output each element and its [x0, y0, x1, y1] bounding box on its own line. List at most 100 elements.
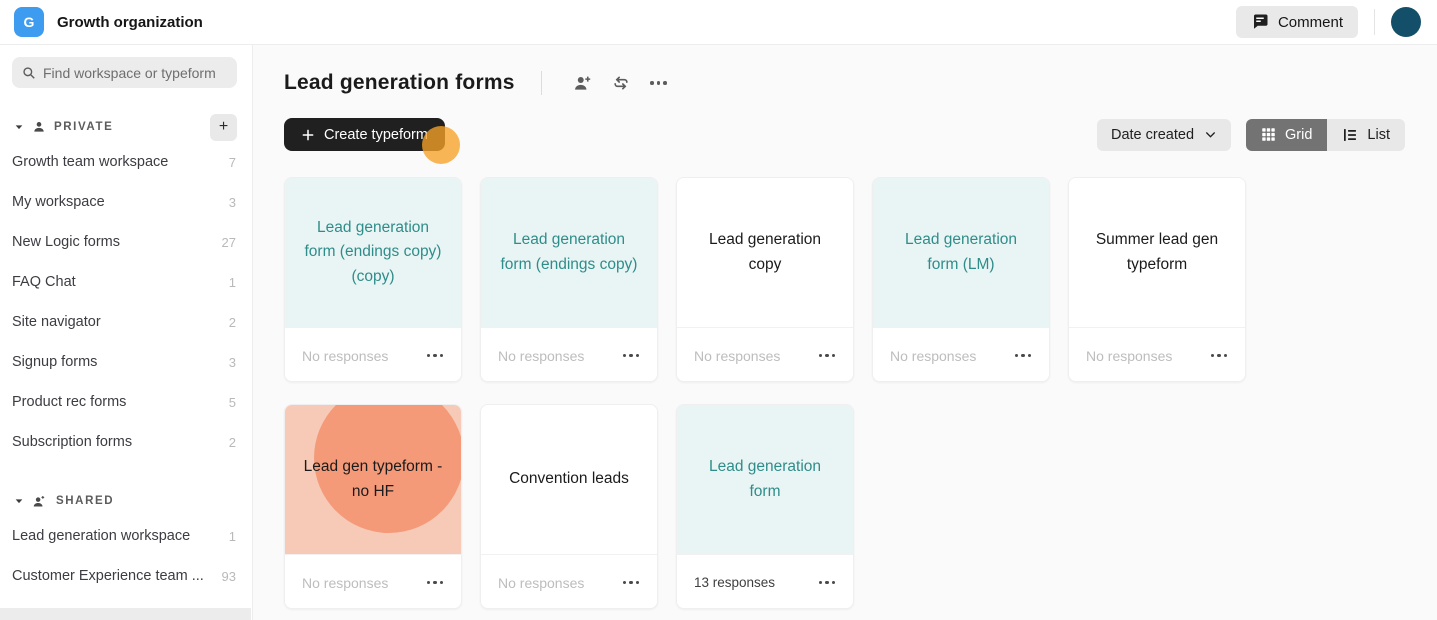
user-avatar[interactable] [1391, 7, 1421, 37]
sidebar-item-label: Signup forms [12, 354, 98, 370]
responses-count: No responses [1086, 347, 1173, 364]
sidebar-item[interactable]: New Logic forms 27 [0, 222, 252, 262]
card-more-button[interactable] [423, 577, 448, 589]
typeform-card-footer: 13 responses [677, 554, 853, 608]
sidebar-item-label: New Logic forms [12, 234, 120, 250]
sidebar-item-label: Customer Experience team ... [12, 568, 204, 584]
typeform-card[interactable]: Summer lead gen typeform No responses [1068, 177, 1246, 382]
sidebar-item[interactable]: Signup forms 3 [0, 342, 252, 382]
sidebar-item[interactable]: Lead generation workspace 1 [0, 516, 252, 556]
typeform-card-footer: No responses [1069, 327, 1245, 381]
responses-count: No responses [694, 347, 781, 364]
org-logo[interactable]: G [14, 7, 44, 37]
card-more-button[interactable] [815, 350, 840, 362]
forms-grid: Lead generation form (endings copy) (cop… [284, 177, 1405, 609]
typeform-card[interactable]: Lead generation form 13 responses [676, 404, 854, 609]
typeform-card-body: Lead generation form (endings copy) (cop… [285, 178, 461, 327]
chevron-down-icon [1204, 128, 1217, 141]
comment-button[interactable]: Comment [1235, 6, 1358, 38]
page-title: Lead generation forms [284, 71, 515, 94]
ellipsis-icon [1210, 353, 1227, 358]
sync-button[interactable] [602, 70, 640, 96]
people-icon [32, 494, 48, 509]
card-more-button[interactable] [423, 350, 448, 362]
sidebar-section-header[interactable]: SHARED [0, 486, 252, 516]
org-name: Growth organization [57, 13, 203, 31]
grid-view-button[interactable]: Grid [1246, 118, 1328, 151]
workspace-more-button[interactable] [640, 70, 678, 96]
ellipsis-icon [426, 580, 443, 585]
typeform-card[interactable]: Lead generation form (LM) No responses [872, 177, 1050, 382]
card-more-button[interactable] [815, 577, 840, 589]
sidebar-item-count: 7 [228, 154, 236, 170]
sidebar-item[interactable]: Customer Experience team ... 93 [0, 556, 252, 596]
sidebar-item[interactable]: Product rec forms 5 [0, 382, 252, 422]
topbar-right: Comment [1235, 6, 1421, 38]
typeform-card-footer: No responses [481, 554, 657, 608]
card-more-button[interactable] [1207, 350, 1232, 362]
typeform-card-body: Lead generation form (LM) [873, 178, 1049, 327]
sort-dropdown[interactable]: Date created [1096, 118, 1232, 151]
invite-member-button[interactable] [564, 70, 602, 96]
sidebar-item[interactable]: Subscription forms 2 [0, 422, 252, 462]
sidebar-item-count: 2 [228, 314, 236, 330]
sidebar-item-label: Subscription forms [12, 434, 133, 450]
typeform-card-title: Lead generation copy [708, 231, 822, 273]
search-input[interactable] [43, 64, 227, 81]
list-label: List [1367, 126, 1390, 143]
typeform-card[interactable]: Lead generation form (endings copy) No r… [480, 177, 658, 382]
sidebar-item-count: 27 [221, 234, 236, 250]
ellipsis-icon [1014, 353, 1031, 358]
add-workspace-button[interactable]: + [210, 113, 237, 141]
create-typeform-button[interactable]: Create typeform [284, 118, 445, 151]
sort-label: Date created [1110, 126, 1195, 143]
sidebar-item[interactable]: Site navigator 2 [0, 302, 252, 342]
sidebar-item[interactable]: My workspace 3 [0, 182, 252, 222]
workspace-search[interactable] [12, 57, 237, 88]
typeform-card[interactable]: Lead generation form (endings copy) (cop… [284, 177, 462, 382]
comment-label: Comment [1277, 13, 1343, 31]
sidebar-item-count: 1 [228, 274, 236, 290]
sidebar-item-partial[interactable] [0, 608, 251, 620]
typeform-card-title: Lead generation form [708, 458, 822, 500]
grid-label: Grid [1285, 126, 1313, 143]
sidebar-item-count: 3 [228, 194, 236, 210]
sidebar-item-label: Product rec forms [12, 394, 127, 410]
typeform-card-body: Lead gen typeform - no HF [285, 405, 461, 554]
sidebar-item-label: Growth team workspace [12, 154, 169, 170]
org-logo-letter: G [23, 14, 35, 30]
typeform-card-title: Convention leads [509, 470, 629, 488]
sidebar-item-count: 93 [221, 568, 236, 584]
typeform-card-footer: No responses [285, 554, 461, 608]
responses-count: No responses [302, 347, 389, 364]
caret-down-icon [14, 496, 24, 506]
typeform-card-title: Lead gen typeform - no HF [303, 458, 443, 500]
sidebar-item[interactable]: FAQ Chat 1 [0, 262, 252, 302]
card-more-button[interactable] [619, 350, 644, 362]
typeform-card[interactable]: Lead gen typeform - no HF No responses [284, 404, 462, 609]
typeform-card-footer: No responses [285, 327, 461, 381]
typeform-card-footer: No responses [873, 327, 1049, 381]
list-view-button[interactable]: List [1327, 118, 1405, 151]
typeform-card[interactable]: Convention leads No responses [480, 404, 658, 609]
responses-count: No responses [498, 347, 585, 364]
sidebar-section-header[interactable]: PRIVATE + [0, 112, 252, 142]
sidebar: PRIVATE + Growth team workspace 7 My wor… [0, 45, 253, 620]
ellipsis-icon [622, 580, 639, 585]
sidebar-item[interactable]: Growth team workspace 7 [0, 142, 252, 182]
typeform-card[interactable]: Lead generation copy No responses [676, 177, 854, 382]
sync-icon [611, 73, 631, 93]
sidebar-item-label: My workspace [12, 194, 105, 210]
plus-icon [301, 128, 315, 142]
sidebar-section-label: SHARED [56, 495, 115, 507]
sidebar-item-count: 3 [228, 354, 236, 370]
card-more-button[interactable] [1011, 350, 1036, 362]
card-more-button[interactable] [619, 577, 644, 589]
sidebar-sections: PRIVATE + Growth team workspace 7 My wor… [0, 112, 252, 596]
typeform-card-title: Lead generation form (LM) [904, 231, 1018, 273]
grid-icon [1261, 127, 1276, 142]
comment-icon [1251, 13, 1269, 31]
sidebar-section-label: PRIVATE [54, 121, 114, 133]
search-icon [22, 66, 36, 80]
typeform-card-body: Lead generation form (endings copy) [481, 178, 657, 327]
